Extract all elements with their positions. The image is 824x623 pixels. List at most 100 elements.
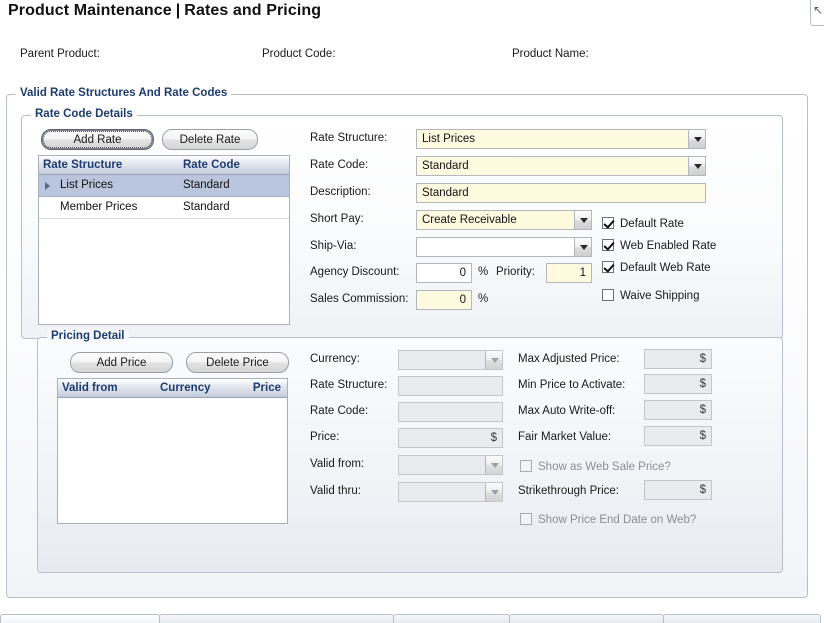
rate-code-combo-value: Standard [422,160,469,172]
agency-discount-percent-label: % [478,266,489,278]
description-label: Description: [310,186,371,198]
sales-commission-label: Sales Commission: [310,293,409,305]
rate-structure-label: Rate Structure: [310,132,388,144]
short-pay-combo-value: Create Receivable [422,214,517,226]
web-enabled-rate-checkbox[interactable]: Web Enabled Rate [602,236,716,254]
parent-product-label: Parent Product: [20,48,100,60]
chevron-down-icon[interactable] [485,351,502,369]
show-as-web-sale-price-checkbox[interactable]: Show as Web Sale Price? [520,457,671,475]
checkbox-box-icon[interactable] [602,239,614,251]
strikethrough-price-label: Strikethrough Price: [518,485,619,497]
pricing-grid[interactable]: Valid from Currency Price [57,378,288,524]
waive-shipping-checkbox-label: Waive Shipping [620,290,700,302]
bottom-tab-strip[interactable] [0,614,824,623]
pricing-price-input[interactable]: $ [398,428,503,448]
dollar-sign-icon: $ [699,378,706,390]
pricing-rate-structure-input[interactable] [398,376,503,396]
bottom-tab-1[interactable] [0,614,160,623]
product-code-label: Product Code: [262,48,336,60]
checkbox-box-icon[interactable] [602,217,614,229]
rate-code-details-group: Rate Code Details Add Rate Delete Rate R… [21,108,783,339]
pricing-valid-from-datepicker[interactable] [398,455,503,475]
table-row[interactable]: Member Prices Standard [39,197,289,219]
pricing-rate-structure-label: Rate Structure: [310,379,388,391]
bottom-tab-5[interactable] [663,614,821,623]
chevron-down-icon[interactable] [485,483,502,501]
agency-discount-input[interactable]: 0 [416,263,472,283]
app-root: Product Maintenance | Rates and Pricing Pa… [0,0,824,623]
max-auto-writeoff-label: Max Auto Write-off: [518,405,616,417]
min-price-to-activate-label: Min Price to Activate: [518,379,626,391]
checkbox-box-icon[interactable] [602,261,614,273]
mouse-pointer-icon[interactable]: ↖ [813,4,823,16]
sales-commission-input[interactable]: 0 [416,290,472,310]
rate-code-grid-col-rate-code[interactable]: Rate Code [179,156,289,174]
ship-via-combo[interactable] [416,237,592,257]
rate-code-combo[interactable]: Standard [416,156,706,176]
max-adjusted-price-label: Max Adjusted Price: [518,353,620,365]
max-adjusted-price-input[interactable]: $ [644,349,712,369]
dollar-sign-icon: $ [699,430,706,442]
chevron-down-icon[interactable] [574,238,591,256]
page-title-sub: Rates and Pricing [184,2,322,19]
page-title-main: Product Maintenance [8,2,172,19]
pricing-rate-code-input[interactable] [398,402,503,422]
rate-code-grid[interactable]: Rate Structure Rate Code List Prices Sta… [38,155,290,325]
dollar-sign-icon: $ [490,432,497,444]
pricing-valid-thru-datepicker[interactable] [398,482,503,502]
pricing-currency-label: Currency: [310,353,360,365]
show-price-end-date-on-web-checkbox[interactable]: Show Price End Date on Web? [520,510,696,528]
show-as-web-sale-price-checkbox-label: Show as Web Sale Price? [538,461,671,473]
add-rate-button[interactable]: Add Rate [41,129,154,150]
dollar-sign-icon: $ [699,404,706,416]
pricing-detail-group-title: Pricing Detail [47,330,129,342]
delete-price-button[interactable]: Delete Price [186,352,289,373]
cell-rate-code: Standard [183,179,230,191]
chevron-down-icon[interactable] [688,157,705,175]
delete-rate-button[interactable]: Delete Rate [162,129,258,150]
checkbox-box-icon[interactable] [520,513,532,525]
default-rate-checkbox[interactable]: Default Rate [602,214,684,232]
short-pay-combo[interactable]: Create Receivable [416,210,592,230]
sales-commission-percent-label: % [478,293,489,305]
valid-rate-structures-group-title: Valid Rate Structures And Rate Codes [16,87,232,99]
rate-code-label: Rate Code: [310,159,369,171]
row-selection-marker-icon [39,175,56,196]
bottom-tab-4[interactable] [509,614,664,623]
chevron-down-icon[interactable] [688,130,705,148]
pricing-grid-col-price[interactable]: Price [228,379,287,397]
strikethrough-price-input[interactable]: $ [644,480,712,500]
chevron-down-icon[interactable] [485,456,502,474]
cell-rate-code: Standard [183,201,230,213]
add-price-button[interactable]: Add Price [70,352,173,373]
pricing-price-label: Price: [310,431,340,443]
page-title: Product Maintenance | Rates and Pricing [8,0,321,22]
valid-rate-structures-group: Valid Rate Structures And Rate Codes Rat… [6,87,808,598]
rate-structure-combo[interactable]: List Prices [416,129,706,149]
ship-via-label: Ship-Via: [310,240,357,252]
table-row[interactable]: List Prices Standard [39,175,289,197]
pricing-valid-from-label: Valid from: [310,458,365,470]
max-auto-writeoff-input[interactable]: $ [644,400,712,420]
default-web-rate-checkbox[interactable]: Default Web Rate [602,258,711,276]
description-input[interactable]: Standard [416,183,706,203]
pricing-currency-combo[interactable] [398,350,503,370]
min-price-to-activate-input[interactable]: $ [644,374,712,394]
pricing-grid-col-currency[interactable]: Currency [156,379,228,397]
pricing-grid-header: Valid from Currency Price [58,379,287,398]
chevron-down-icon[interactable] [574,211,591,229]
agency-discount-label: Agency Discount: [310,266,400,278]
bottom-tab-3[interactable] [393,614,510,623]
priority-input[interactable]: 1 [546,263,592,283]
bottom-tab-2[interactable] [159,614,394,623]
fair-market-value-input[interactable]: $ [644,426,712,446]
dollar-sign-icon: $ [699,353,706,365]
pricing-grid-col-valid-from[interactable]: Valid from [58,379,156,397]
waive-shipping-checkbox[interactable]: Waive Shipping [602,286,699,304]
rate-code-grid-col-rate-structure[interactable]: Rate Structure [39,156,179,174]
pricing-detail-group: Pricing Detail Add Price Delete Price Va… [37,330,783,573]
checkbox-box-icon[interactable] [602,289,614,301]
dollar-sign-icon: $ [699,484,706,496]
checkbox-box-icon[interactable] [520,460,532,472]
show-price-end-date-on-web-checkbox-label: Show Price End Date on Web? [538,514,697,526]
